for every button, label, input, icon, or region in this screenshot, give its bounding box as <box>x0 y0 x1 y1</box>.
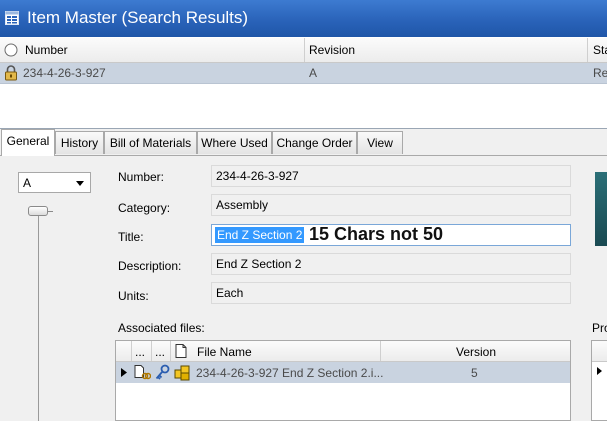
title-bar: Item Master (Search Results) <box>0 0 607 37</box>
file-name-cell: 234-4-26-3-927 End Z Section 2.i... <box>196 366 384 380</box>
cell-revision: A <box>309 66 318 80</box>
app-window-icon <box>5 11 19 25</box>
preview-thumbnail <box>595 172 607 246</box>
tab-bill-of-materials[interactable]: Bill of Materials <box>104 131 197 154</box>
column-header-dots-1[interactable]: ... <box>135 345 145 359</box>
slider-tick <box>48 211 53 212</box>
key-icon <box>155 364 170 380</box>
results-grid-empty-area <box>0 84 607 129</box>
tab-general[interactable]: General <box>1 129 55 156</box>
file-version-cell: 5 <box>471 366 478 380</box>
annotation-text: 15 Chars not 50 <box>309 224 444 244</box>
results-grid-header: Number Revision Sta <box>0 38 607 63</box>
file-link-icon <box>134 365 151 380</box>
dropdown-arrow-icon <box>76 181 84 186</box>
cell-status: Rel <box>593 66 607 80</box>
column-header-revision[interactable]: Revision <box>309 43 355 57</box>
number-label: Number: <box>118 170 165 184</box>
associated-files-header: ... ... File Name Version <box>116 341 570 362</box>
units-label: Units: <box>118 289 149 303</box>
description-label: Description: <box>118 259 182 273</box>
column-header-status[interactable]: Sta <box>593 43 607 57</box>
table-row[interactable]: 234-4-26-3-927 A Rel <box>0 63 607 84</box>
tab-history[interactable]: History <box>55 131 104 154</box>
assembly-icon <box>174 365 190 381</box>
column-header-version[interactable]: Version <box>456 345 496 359</box>
column-header-dots-2[interactable]: ... <box>155 345 165 359</box>
window-title: Item Master (Search Results) <box>27 8 249 27</box>
associated-files-label: Associated files: <box>118 321 205 335</box>
lock-icon <box>5 65 17 81</box>
tab-view[interactable]: View <box>357 131 403 154</box>
file-row[interactable]: 234-4-26-3-927 End Z Section 2.i... 5 <box>116 362 570 383</box>
units-field[interactable]: Each <box>211 282 571 304</box>
tab-change-order[interactable]: Change Order <box>272 131 357 154</box>
category-label: Category: <box>118 201 171 215</box>
radio-icon[interactable] <box>4 43 18 57</box>
properties-header <box>592 341 607 362</box>
revision-slider-thumb[interactable] <box>28 206 48 216</box>
row-pointer-icon <box>121 368 127 377</box>
revision-select-value: A <box>23 176 32 190</box>
properties-label: Pro <box>592 321 607 335</box>
cell-number: 234-4-26-3-927 <box>23 66 106 80</box>
file-icon <box>175 344 187 358</box>
number-field[interactable]: 234-4-26-3-927 <box>211 165 571 187</box>
row-pointer-icon <box>597 367 602 375</box>
column-header-file-name[interactable]: File Name <box>197 345 252 359</box>
column-header-number[interactable]: Number <box>25 43 68 57</box>
description-field[interactable]: End Z Section 2 <box>211 253 571 275</box>
category-field[interactable]: Assembly <box>211 194 571 216</box>
title-label: Title: <box>118 230 144 244</box>
revision-slider-track[interactable] <box>38 214 39 421</box>
tab-where-used[interactable]: Where Used <box>197 131 272 154</box>
revision-select[interactable]: A <box>18 172 91 193</box>
